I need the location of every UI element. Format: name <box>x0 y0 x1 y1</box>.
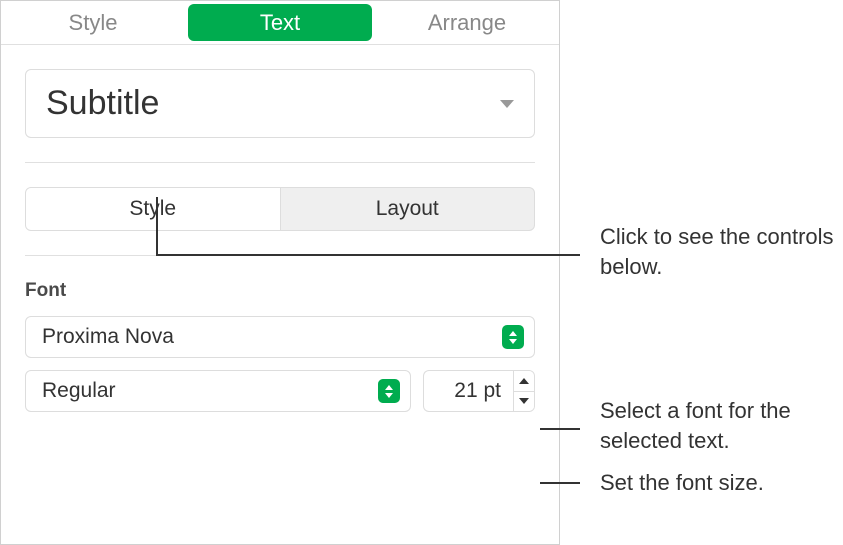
font-weight-label: Regular <box>42 379 116 403</box>
inspector-top-tabs: Style Text Arrange <box>1 1 559 45</box>
paragraph-style-dropdown[interactable]: Subtitle <box>25 69 535 138</box>
text-sub-tabs: Style Layout <box>25 187 535 231</box>
tab-style[interactable]: Style <box>1 1 185 44</box>
font-family-label: Proxima Nova <box>42 325 174 349</box>
font-section-label: Font <box>25 280 535 302</box>
tab-text[interactable]: Text <box>188 4 372 41</box>
callout-line <box>540 482 580 484</box>
callout-line <box>540 428 580 430</box>
chevron-down-icon <box>500 100 514 108</box>
font-size-input[interactable]: 21 pt <box>423 370 513 412</box>
font-family-dropdown[interactable]: Proxima Nova <box>25 316 535 358</box>
annotations-area: Click to see the controls below. Select … <box>560 0 843 545</box>
sub-tab-style[interactable]: Style <box>26 188 281 230</box>
font-size-stepper <box>513 370 535 412</box>
paragraph-style-label: Subtitle <box>46 84 159 123</box>
font-size-step-up[interactable] <box>514 371 534 392</box>
tab-arrange[interactable]: Arrange <box>375 1 559 44</box>
font-weight-dropdown[interactable]: Regular <box>25 370 411 412</box>
annotation-style-tab: Click to see the controls below. <box>600 222 843 281</box>
arrow-up-icon <box>519 378 529 384</box>
popup-arrows-icon <box>378 379 400 403</box>
callout-line <box>156 254 580 256</box>
popup-arrows-icon <box>502 325 524 349</box>
format-inspector-panel: Style Text Arrange Subtitle Style Layout… <box>0 0 560 545</box>
sub-tab-layout[interactable]: Layout <box>281 188 535 230</box>
font-size-step-down[interactable] <box>514 392 534 412</box>
annotation-font-size: Set the font size. <box>600 468 764 498</box>
arrow-down-icon <box>519 398 529 404</box>
callout-tick <box>156 197 158 255</box>
divider <box>25 162 535 163</box>
annotation-font-family: Select a font for the selected text. <box>600 396 843 455</box>
font-size-control: 21 pt <box>423 370 535 412</box>
